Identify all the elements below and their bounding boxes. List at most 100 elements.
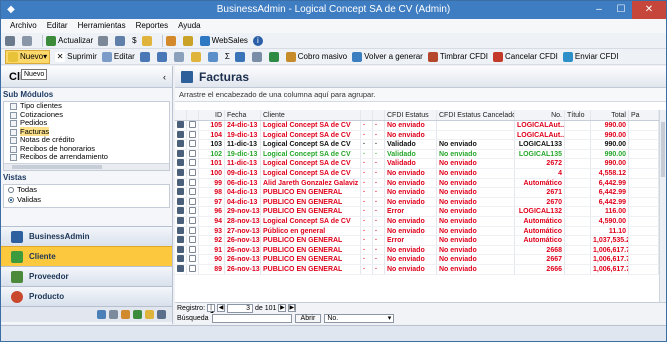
search-button[interactable] (251, 50, 264, 64)
table-row[interactable]: 90 26-nov-13 PUBLICO EN GENERAL · · No enviad… (175, 255, 659, 265)
table-row[interactable]: 98 04-dic-13 PUBLICO EN GENERAL · · No enviad… (175, 188, 659, 198)
table-row[interactable]: 100 09-dic-13 Logical Concept SA de CV · · No… (175, 168, 659, 179)
table-row[interactable]: 96 29-nov-13 PUBLICO EN GENERAL · · Error No e… (175, 207, 659, 217)
table-row[interactable]: 101 11-dic-13 Logical Concept SA de CV · · Va… (175, 159, 659, 169)
col-header-titulo[interactable]: Título (565, 110, 591, 120)
cell-fecha: 06-dic-13 (225, 178, 261, 188)
cancelar-cfdi-button[interactable]: Cancelar CFDI (493, 50, 558, 64)
menu-herramientas[interactable]: Herramientas (73, 19, 131, 33)
col-header-cfdi-cancelado[interactable]: CFDI Estatus Cancelado (437, 110, 515, 120)
chart-button[interactable] (234, 50, 247, 64)
horizontal-scrollbar[interactable] (4, 163, 169, 170)
module-icon[interactable] (157, 310, 166, 319)
excel-button[interactable] (268, 50, 281, 64)
user-icon (177, 178, 184, 186)
menu-reportes[interactable]: Reportes (131, 19, 173, 33)
nav-cliente[interactable]: Cliente (1, 246, 172, 266)
lock-button[interactable] (182, 34, 195, 48)
col-header-cliente[interactable]: Cliente (261, 110, 361, 120)
search-input[interactable] (211, 314, 292, 323)
grid-button[interactable] (190, 50, 203, 64)
currency-button[interactable]: $ (132, 34, 136, 48)
sort-asc-button[interactable] (139, 50, 152, 64)
table-row[interactable]: 97 04-dic-13 PUBLICO EN GENERAL · · No enviad… (175, 197, 659, 208)
col-header-icon1[interactable] (175, 110, 187, 120)
col-header-fecha[interactable]: Fecha (225, 110, 261, 120)
minimize-button[interactable]: – (588, 1, 610, 19)
nav-businessadmin[interactable]: BusinessAdmin (1, 226, 172, 246)
module-icon[interactable] (133, 310, 142, 319)
open-button[interactable]: Abrir (294, 314, 322, 323)
delete-button[interactable]: ✕ Suprimir (55, 50, 97, 64)
table-row[interactable]: 102 19-dic-13 Logical Concept SA de CV · · Va… (175, 149, 659, 160)
nav-producto[interactable]: Producto (1, 286, 172, 306)
table-row[interactable]: 91 26-nov-13 PUBLICO EN GENERAL · · No enviad… (175, 245, 659, 256)
cell-cliente: Logical Concept SA de CV (261, 121, 361, 130)
timbrar-cfdi-button[interactable]: Timbrar CFDI (427, 50, 488, 64)
cobro-masivo-button[interactable]: Cobro masivo (285, 50, 347, 64)
filter-button[interactable] (207, 50, 220, 64)
sort-desc-button[interactable] (156, 50, 169, 64)
table-row[interactable]: 103 11-dic-13 Logical Concept SA de CV · · Va… (175, 140, 659, 150)
table-row[interactable]: 92 26-nov-13 PUBLICO EN GENERAL · · Error No e… (175, 236, 659, 246)
last-record-button[interactable]: ▶| (288, 304, 297, 312)
lock-icon (182, 35, 193, 46)
update-label: Actualizar (58, 36, 94, 45)
nav-proveedor[interactable]: Proveedor (1, 266, 172, 286)
search-field-select[interactable]: No. (324, 314, 395, 323)
view-option-validas[interactable]: Validas (4, 195, 169, 205)
businessadmin-icon (11, 231, 23, 243)
edit-button[interactable]: Editar (101, 50, 135, 64)
module-icon[interactable] (109, 310, 118, 319)
preview-button[interactable] (22, 34, 34, 48)
print-button[interactable] (5, 34, 17, 48)
table-row[interactable]: 105 24-dic-13 Logical Concept SA de CV · · No… (175, 121, 659, 131)
users-button[interactable] (165, 34, 178, 48)
current-record-input[interactable]: 3 (227, 303, 254, 313)
module-icon[interactable] (97, 310, 106, 319)
prev-record-button[interactable]: ◀ (217, 304, 226, 312)
column-button[interactable] (173, 50, 186, 64)
tools-button[interactable] (98, 34, 110, 48)
chevron-left-icon[interactable]: ‹ (163, 66, 166, 88)
view-option-todas[interactable]: Todas (4, 185, 169, 195)
table-row[interactable]: 93 27-nov-13 Público en general · · No enviad… (175, 226, 659, 237)
col-header-cfdi-estatus[interactable]: CFDI Estatus (385, 110, 437, 120)
col-header-id[interactable]: ID (199, 110, 225, 120)
doc-button[interactable] (115, 34, 127, 48)
sum-button[interactable]: Σ (225, 50, 230, 64)
websales-button[interactable]: WebSales (199, 34, 248, 48)
submodule-item[interactable]: Recibos de arrendamiento (4, 152, 169, 162)
col-header-attach[interactable] (361, 110, 373, 120)
first-record-button[interactable]: |◀ (207, 304, 216, 317)
menu-editar[interactable]: Editar (42, 19, 73, 33)
info-button[interactable]: i (252, 34, 265, 48)
cell-fecha: 29-nov-13 (227, 207, 261, 216)
next-record-button[interactable]: ▶ (278, 304, 287, 312)
enviar-cfdi-button[interactable]: Enviar CFDI (562, 50, 618, 64)
vertical-scrollbar[interactable] (659, 110, 666, 302)
maximize-button[interactable]: ☐ (610, 1, 632, 19)
table-row[interactable]: 104 19-dic-13 Logical Concept SA de CV · · No… (175, 130, 659, 141)
new-button[interactable]: Nuevo ▾ (5, 49, 51, 64)
menu-ayuda[interactable]: Ayuda (173, 19, 206, 33)
folder-button[interactable] (141, 34, 154, 48)
update-button[interactable]: Actualizar (46, 34, 93, 48)
module-icon[interactable] (145, 310, 154, 319)
scroll-thumb[interactable] (661, 122, 665, 177)
table-row[interactable]: 89 26-nov-13 PUBLICO EN GENERAL · · No enviad… (175, 264, 659, 275)
col-header-total[interactable]: Total (591, 110, 629, 120)
document-icon (189, 197, 196, 205)
volver-generar-button[interactable]: Volver a generar (352, 50, 423, 64)
table-row[interactable]: 99 06-dic-13 Alid Jareth Gonzalez Galaviz ·… (175, 178, 659, 189)
cell-cancel: · (373, 188, 385, 197)
col-header-cancel[interactable] (373, 110, 385, 120)
table-row[interactable]: 94 28-nov-13 Logical Concept SA de CV · · No … (175, 216, 659, 227)
col-header-pa[interactable]: Pa (629, 110, 659, 120)
menu-archivo[interactable]: Archivo (5, 19, 42, 33)
module-icon[interactable] (121, 310, 130, 319)
col-header-no[interactable]: No. (515, 110, 565, 120)
scroll-thumb[interactable] (12, 165, 102, 169)
col-header-icon2[interactable] (187, 110, 199, 120)
close-button[interactable]: ✕ (632, 1, 666, 19)
